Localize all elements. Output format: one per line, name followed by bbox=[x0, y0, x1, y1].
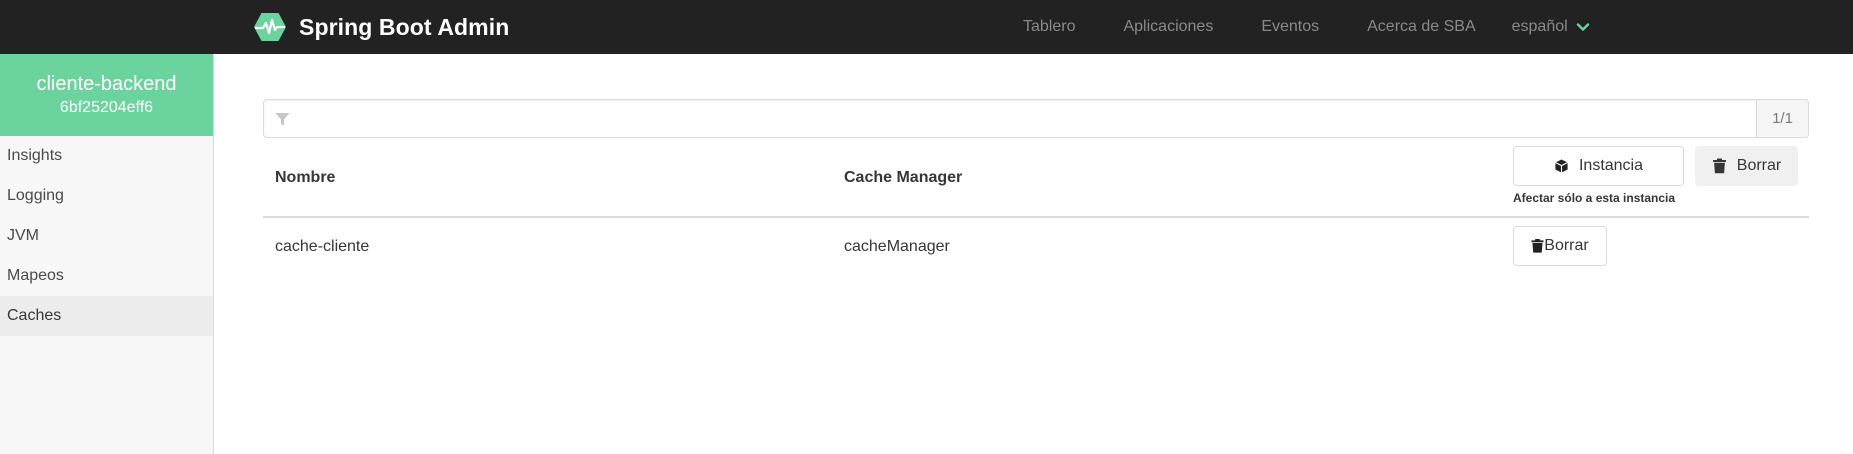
sidebar-menu: Insights Logging JVM Mapeos Caches bbox=[0, 136, 213, 336]
nav-menu: Tablero Aplicaciones Eventos Acerca de S… bbox=[1023, 0, 1590, 54]
scope-hint: Afectar sólo a esta instancia bbox=[1513, 191, 1676, 205]
sidebar-item-mapeos[interactable]: Mapeos bbox=[0, 256, 213, 296]
nav-link-aplicaciones[interactable]: Aplicaciones bbox=[1123, 18, 1213, 36]
cache-name-cell: cache-cliente bbox=[275, 238, 370, 255]
nav-link-eventos[interactable]: Eventos bbox=[1261, 18, 1319, 36]
sidebar-item-jvm[interactable]: JVM bbox=[0, 216, 213, 256]
cube-icon bbox=[1555, 159, 1568, 173]
language-selector[interactable]: español bbox=[1512, 18, 1590, 36]
column-header-cache-manager: Cache Manager bbox=[844, 169, 963, 186]
table-header: Nombre Cache Manager Instancia Borrar Af… bbox=[263, 138, 1809, 218]
sidebar: cliente-backend 6bf25204eff6 Insights Lo… bbox=[0, 54, 214, 454]
instance-header: cliente-backend 6bf25204eff6 bbox=[0, 54, 213, 136]
spring-boot-admin-logo-icon bbox=[254, 13, 286, 41]
clear-cache-button[interactable]: Borrar bbox=[1513, 226, 1607, 266]
sidebar-item-caches[interactable]: Caches bbox=[0, 296, 213, 336]
nav-link-tablero[interactable]: Tablero bbox=[1023, 18, 1075, 36]
brand-title: Spring Boot Admin bbox=[299, 13, 510, 40]
language-label: español bbox=[1511, 18, 1568, 35]
table-row: cache-cliente cacheManager Borrar bbox=[263, 218, 1809, 276]
filter-input[interactable] bbox=[264, 100, 1756, 137]
nav-link-acerca-de-sba[interactable]: Acerca de SBA bbox=[1367, 18, 1476, 36]
sidebar-item-logging[interactable]: Logging bbox=[0, 176, 213, 216]
filter-result-count: 1/1 bbox=[1756, 100, 1808, 137]
filter-input-wrapper bbox=[264, 100, 1756, 137]
trash-icon bbox=[1712, 158, 1726, 174]
instance-id: 6bf25204eff6 bbox=[59, 99, 154, 116]
caches-table: Nombre Cache Manager Instancia Borrar Af… bbox=[263, 138, 1809, 276]
clear-cache-button-label: Borrar bbox=[1544, 237, 1589, 254]
filter-icon bbox=[275, 113, 290, 126]
top-navbar: Spring Boot Admin Tablero Aplicaciones E… bbox=[0, 0, 1853, 54]
cache-manager-cell: cacheManager bbox=[844, 238, 950, 255]
column-header-name: Nombre bbox=[275, 169, 336, 186]
instance-scope-button[interactable]: Instancia bbox=[1513, 146, 1684, 186]
sidebar-item-insights[interactable]: Insights bbox=[0, 136, 213, 176]
chevron-down-icon bbox=[1576, 23, 1589, 31]
clear-all-caches-button[interactable]: Borrar bbox=[1695, 146, 1798, 186]
clear-all-caches-button-label: Borrar bbox=[1736, 157, 1782, 174]
filter-bar: 1/1 bbox=[263, 99, 1809, 138]
brand-link[interactable]: Spring Boot Admin bbox=[253, 0, 509, 54]
trash-icon bbox=[1531, 239, 1544, 253]
instance-scope-button-label: Instancia bbox=[1578, 157, 1644, 174]
application-name: cliente-backend bbox=[36, 73, 177, 95]
